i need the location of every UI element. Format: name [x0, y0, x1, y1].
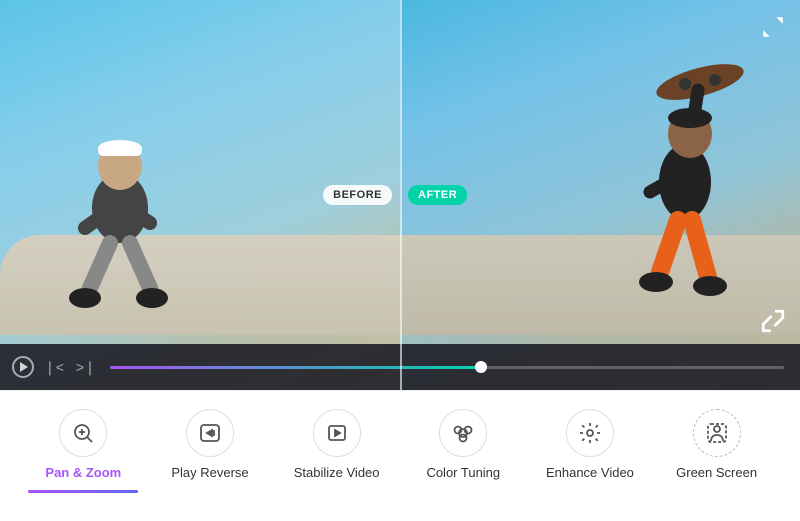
green-screen-icon-wrap [693, 409, 741, 457]
prev-button[interactable]: ❘< [42, 359, 66, 376]
expand-icon[interactable] [760, 14, 786, 46]
label-before: BEFORE [323, 185, 392, 205]
person-before [30, 88, 230, 338]
tool-stabilize-video[interactable]: Stabilize Video [282, 409, 392, 480]
green-screen-label: Green Screen [676, 465, 757, 480]
pan-zoom-icon-wrap [59, 409, 107, 457]
tool-green-screen[interactable]: Green Screen [662, 409, 772, 480]
play-reverse-icon [198, 421, 222, 445]
video-after: AFTER [400, 0, 800, 390]
tool-color-tuning[interactable]: Color Tuning [408, 409, 518, 480]
collapse-icon[interactable] [760, 308, 786, 340]
progress-fill [110, 366, 481, 369]
enhance-label: Enhance Video [546, 465, 634, 480]
split-divider [400, 0, 402, 390]
play-reverse-icon-wrap [186, 409, 234, 457]
label-after: AFTER [408, 185, 467, 205]
play-icon [20, 362, 28, 372]
tool-enhance-video[interactable]: Enhance Video [535, 409, 645, 480]
person-after [590, 62, 790, 342]
play-button[interactable] [12, 356, 34, 378]
pan-zoom-label: Pan & Zoom [45, 465, 121, 480]
progress-track[interactable] [110, 366, 784, 369]
tool-pan-zoom[interactable]: Pan & Zoom [28, 409, 138, 493]
color-tuning-icon [451, 421, 475, 445]
active-underline [28, 490, 138, 493]
video-split: BEFORE [0, 0, 800, 390]
progress-thumb[interactable] [475, 361, 487, 373]
video-container: BEFORE [0, 0, 800, 390]
tool-play-reverse[interactable]: Play Reverse [155, 409, 265, 480]
color-tuning-icon-wrap [439, 409, 487, 457]
next-button[interactable]: >❘ [74, 359, 98, 376]
green-screen-icon [705, 421, 729, 445]
stabilize-label: Stabilize Video [294, 465, 380, 480]
color-tuning-label: Color Tuning [426, 465, 500, 480]
video-before: BEFORE [0, 0, 400, 390]
play-reverse-label: Play Reverse [171, 465, 248, 480]
stabilize-icon-wrap [313, 409, 361, 457]
enhance-icon [578, 421, 602, 445]
enhance-icon-wrap [566, 409, 614, 457]
stabilize-icon [325, 421, 349, 445]
pan-zoom-icon [71, 421, 95, 445]
toolbar: Pan & Zoom Play Reverse Stabilize Video [0, 390, 800, 521]
